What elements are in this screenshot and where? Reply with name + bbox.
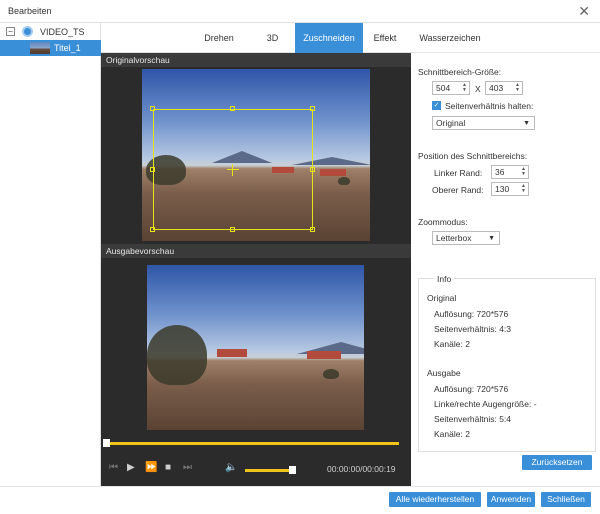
crop-width-stepper[interactable]: 504 ▲ ▼ (432, 81, 470, 95)
tab-effekt[interactable]: Effekt (363, 23, 407, 53)
keep-ratio-label: Seitenverhältnis halten: (445, 101, 534, 111)
restore-all-button[interactable]: Alle wiederherstellen (389, 492, 481, 507)
zoom-mode-value: Letterbox (436, 233, 472, 243)
close-button[interactable]: Schließen (541, 492, 591, 507)
crop-settings-panel: Schnittbereich-Größe: 504 ▲ ▼ X 403 ▲ ▼ ✓ … (411, 53, 600, 486)
info-title: Info (434, 274, 455, 284)
info-output-channels: Kanäle: 2 (434, 429, 470, 439)
title-tree: − VIDEO_TS Titel_1 (0, 23, 101, 486)
stepper-arrows-icon[interactable]: ▲ ▼ (515, 83, 520, 93)
crop-width-value: 504 (436, 83, 451, 93)
volume-handle[interactable] (289, 466, 296, 474)
disc-icon (22, 26, 33, 37)
left-margin-value: 36 (495, 167, 505, 177)
info-output-aspect: Seitenverhältnis: 5:4 (434, 414, 512, 424)
info-output-eye-size: Linke/rechte Augengröße: - (434, 399, 537, 409)
crop-height-stepper[interactable]: 403 ▲ ▼ (485, 81, 523, 95)
crop-center-icon (227, 169, 239, 170)
top-margin-stepper[interactable]: 130 ▲ ▼ (491, 182, 529, 196)
output-preview-video (147, 265, 364, 430)
preview-panel: Originalvorschau Ausgabevorschau ⏮ ▶ ⏩ ■… (101, 53, 411, 486)
crop-handle-bottom-left[interactable] (150, 227, 155, 232)
collapse-icon[interactable]: − (6, 27, 15, 36)
timecode: 00:00:00/00:00:19 (327, 464, 396, 474)
info-original-resolution: Auflösung: 720*576 (434, 309, 509, 319)
tree-item-label: Titel_1 (54, 43, 81, 53)
tab-zuschneiden[interactable]: Zuschneiden (295, 23, 363, 53)
crop-handle-left[interactable] (150, 167, 155, 172)
window-title: Bearbeiten (8, 6, 52, 16)
dialog-footer: Alle wiederherstellen Anwenden Schließen (0, 486, 600, 514)
volume-slider[interactable] (245, 469, 293, 472)
crop-handle-top-left[interactable] (150, 106, 155, 111)
stepper-arrows-icon[interactable]: ▲ ▼ (521, 184, 526, 194)
crop-position-label: Position des Schnittbereichs: (418, 151, 528, 161)
info-output-resolution: Auflösung: 720*576 (434, 384, 509, 394)
skip-forward-icon[interactable]: ⏭ (183, 462, 192, 473)
top-margin-label: Oberer Rand: (432, 185, 484, 195)
volume-icon[interactable]: 🔈 (225, 462, 237, 473)
crop-center-icon-vertical (232, 164, 233, 176)
zoom-mode-select[interactable]: Letterbox ▼ (432, 231, 500, 245)
crop-handle-top[interactable] (230, 106, 235, 111)
tree-item-root[interactable]: − VIDEO_TS (0, 24, 101, 40)
top-margin-value: 130 (495, 184, 510, 194)
tree-item-title[interactable]: Titel_1 (0, 40, 101, 56)
stepper-arrows-icon[interactable]: ▲ ▼ (462, 83, 467, 93)
crop-handle-bottom-right[interactable] (310, 227, 315, 232)
aspect-ratio-value: Original (436, 118, 466, 128)
info-output-heading: Ausgabe (427, 368, 461, 378)
aspect-ratio-select[interactable]: Original ▼ (432, 116, 535, 130)
seek-bar[interactable] (108, 442, 399, 445)
tab-bar: Drehen 3D Zuschneiden Effekt Wasserzeich… (101, 23, 600, 53)
crop-handle-right[interactable] (310, 167, 315, 172)
crop-height-value: 403 (489, 83, 504, 93)
tree-item-label: VIDEO_TS (40, 27, 85, 37)
crop-handle-top-right[interactable] (310, 106, 315, 111)
dropdown-arrow-icon: ▼ (488, 235, 495, 242)
info-box (418, 278, 596, 452)
apply-button[interactable]: Anwenden (487, 492, 535, 507)
output-preview-title: Ausgabevorschau (101, 244, 411, 258)
fast-forward-icon[interactable]: ⏩ (145, 462, 157, 473)
tab-drehen[interactable]: Drehen (188, 23, 250, 53)
seek-handle[interactable] (103, 439, 110, 447)
crop-handle-bottom[interactable] (230, 227, 235, 232)
player-controls: ⏮ ▶ ⏩ ■ ⏭ 🔈 00:00:00/00:00:19 (101, 454, 411, 486)
crop-size-label: Schnittbereich-Größe: (418, 67, 502, 77)
keep-ratio-checkbox[interactable]: ✓ (432, 101, 441, 110)
stop-icon[interactable]: ■ (165, 462, 171, 473)
play-icon[interactable]: ▶ (127, 462, 135, 473)
zoom-mode-label: Zoommodus: (418, 217, 468, 227)
info-original-channels: Kanäle: 2 (434, 339, 470, 349)
video-thumbnail (30, 42, 50, 54)
close-icon[interactable]: ✕ (578, 3, 590, 20)
left-margin-stepper[interactable]: 36 ▲ ▼ (491, 165, 529, 179)
dropdown-arrow-icon: ▼ (523, 120, 530, 127)
tab-3d[interactable]: 3D (250, 23, 295, 53)
left-margin-label: Linker Rand: (434, 168, 483, 178)
info-original-heading: Original (427, 293, 457, 303)
tab-wasserzeichen[interactable]: Wasserzeichen (407, 23, 493, 53)
size-separator: X (475, 84, 481, 94)
skip-back-icon[interactable]: ⏮ (109, 462, 118, 473)
original-preview-title: Originalvorschau (101, 53, 411, 67)
title-bar: Bearbeiten ✕ (0, 0, 600, 23)
stepper-arrows-icon[interactable]: ▲ ▼ (521, 167, 526, 177)
info-original-aspect: Seitenverhältnis: 4:3 (434, 324, 512, 334)
reset-button[interactable]: Zurücksetzen (522, 455, 592, 470)
